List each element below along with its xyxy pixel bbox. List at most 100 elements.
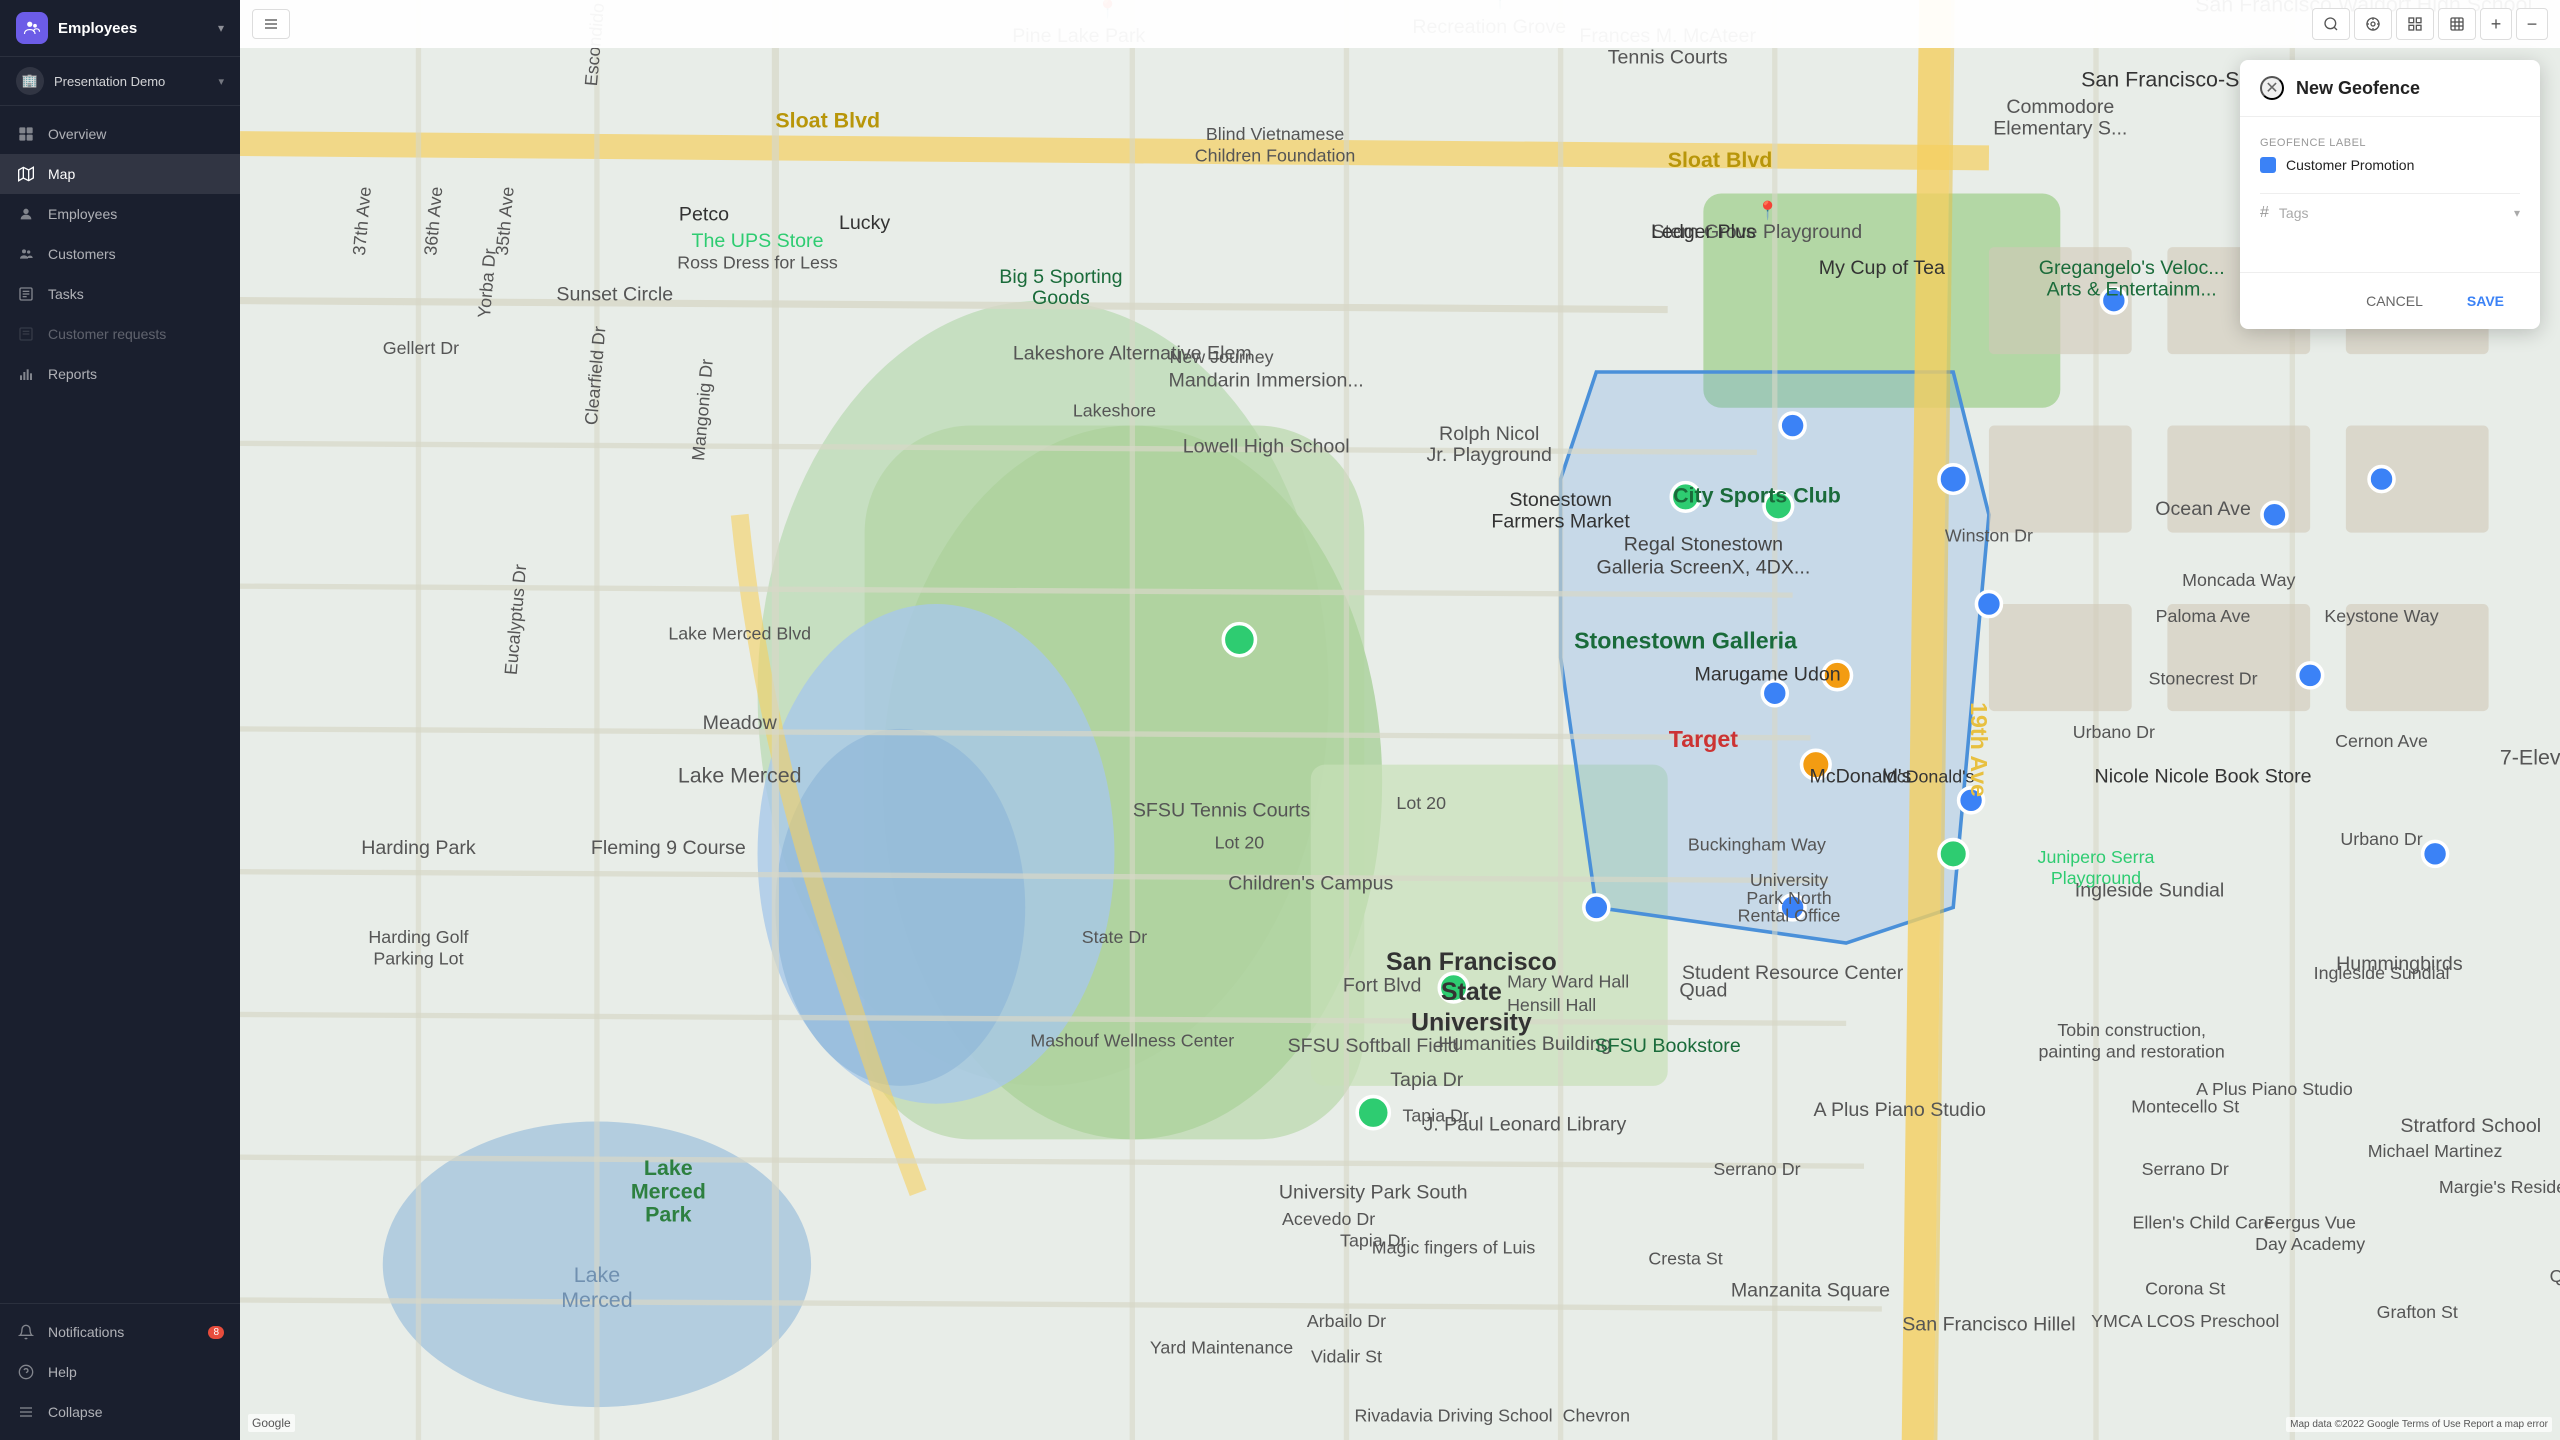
svg-text:New Journey: New Journey [1170, 347, 1274, 367]
sidebar-item-tasks[interactable]: Tasks [0, 274, 240, 314]
tasks-icon [16, 284, 36, 304]
svg-text:Lot 20: Lot 20 [1215, 832, 1265, 852]
zoom-out-button[interactable]: − [2516, 8, 2548, 40]
svg-text:Marugame Udon: Marugame Udon [1695, 664, 1841, 686]
svg-text:Children's Campus: Children's Campus [1228, 873, 1393, 895]
help-label: Help [48, 1364, 77, 1380]
sidebar-item-map-label: Map [48, 166, 75, 182]
svg-text:Jr. Playground: Jr. Playground [1426, 444, 1551, 466]
sidebar-item-overview[interactable]: Overview [0, 114, 240, 154]
sidebar-item-help[interactable]: Help [0, 1352, 240, 1392]
svg-text:McDonald's: McDonald's [1882, 766, 1975, 786]
hash-icon: # [2260, 204, 2269, 222]
app-chevron-icon: ▾ [218, 21, 224, 35]
svg-text:Margie's Residence II: Margie's Residence II [2439, 1177, 2560, 1197]
svg-text:San Francisco Hillel: San Francisco Hillel [1902, 1313, 2075, 1335]
tags-chevron-icon: ▾ [2514, 206, 2520, 220]
svg-text:Junipero Serra: Junipero Serra [2038, 847, 2155, 867]
svg-text:Meadow: Meadow [703, 712, 778, 734]
layers-button[interactable] [2396, 8, 2434, 40]
geofence-panel: ✕ New Geofence Geofence label Customer P… [2240, 60, 2540, 329]
geofence-cancel-button[interactable]: CANCEL [2350, 285, 2439, 317]
svg-text:Petco: Petco [679, 203, 729, 225]
geofence-close-button[interactable]: ✕ [2260, 76, 2284, 100]
sidebar-item-employees[interactable]: Employees [0, 194, 240, 234]
sidebar-header[interactable]: Employees ▾ [0, 0, 240, 57]
svg-text:SFSU Softball Field: SFSU Softball Field [1288, 1035, 1459, 1057]
customer-requests-icon [16, 324, 36, 344]
svg-text:Ellen's Child Care: Ellen's Child Care [2133, 1213, 2274, 1233]
sidebar-item-customer-requests: Customer requests [0, 314, 240, 354]
svg-text:📍: 📍 [1757, 200, 1779, 221]
svg-text:Stonestown: Stonestown [1509, 489, 1612, 511]
svg-text:Cresta St: Cresta St [1648, 1248, 1722, 1268]
filter-button[interactable] [252, 9, 290, 39]
location-button[interactable] [2354, 8, 2392, 40]
sidebar-item-employees-label: Employees [48, 206, 117, 222]
svg-text:Student Resource Center: Student Resource Center [1682, 962, 1904, 984]
grid-button[interactable] [2438, 8, 2476, 40]
geofence-title: New Geofence [2296, 78, 2420, 99]
svg-text:City Sports Club: City Sports Club [1673, 483, 1841, 507]
svg-text:7-Eleven: 7-Eleven [2500, 746, 2560, 770]
map-controls: + − [2312, 8, 2548, 40]
svg-text:Acevedo Dr: Acevedo Dr [1282, 1209, 1375, 1229]
svg-text:Corona St: Corona St [2145, 1279, 2225, 1299]
svg-text:Park: Park [645, 1202, 692, 1226]
sidebar-item-notifications[interactable]: Notifications 8 [0, 1312, 240, 1352]
svg-text:Day Academy: Day Academy [2255, 1234, 2365, 1254]
svg-text:Goods: Goods [1032, 287, 1090, 309]
svg-text:State: State [1441, 978, 1502, 1006]
svg-text:Montecello St: Montecello St [2131, 1097, 2239, 1117]
svg-text:Fleming 9 Course: Fleming 9 Course [591, 837, 746, 859]
main-content: + − [240, 0, 2560, 1440]
customers-icon [16, 244, 36, 264]
svg-text:Fort Blvd: Fort Blvd [1343, 974, 1422, 996]
svg-text:Galleria ScreenX, 4DX...: Galleria ScreenX, 4DX... [1596, 557, 1810, 579]
sidebar-item-customers-label: Customers [48, 246, 116, 262]
sidebar: Employees ▾ 🏢 Presentation Demo ▾ Overvi… [0, 0, 240, 1440]
svg-text:Vidalir St: Vidalir St [1311, 1346, 1382, 1366]
geofence-label-text: Geofence label [2260, 137, 2520, 149]
svg-text:SFSU Tennis Courts: SFSU Tennis Courts [1133, 799, 1311, 821]
svg-text:SFSU Bookstore: SFSU Bookstore [1595, 1035, 1741, 1057]
svg-text:The UPS Store: The UPS Store [692, 230, 824, 252]
svg-text:Chevron: Chevron [1563, 1405, 1630, 1425]
svg-text:Elementary S...: Elementary S... [1993, 118, 2127, 140]
svg-text:Mashouf Wellness Center: Mashouf Wellness Center [1030, 1031, 1234, 1051]
svg-text:Harding Golf: Harding Golf [368, 927, 468, 947]
app-icon [16, 12, 48, 44]
svg-text:QuestPcs...: QuestPcs... [2550, 1266, 2560, 1286]
svg-text:Fergus Vue: Fergus Vue [2264, 1213, 2356, 1233]
svg-text:Ledger Plus: Ledger Plus [1651, 221, 1756, 243]
svg-text:Rolph Nicol: Rolph Nicol [1439, 423, 1539, 445]
geofence-value: Customer Promotion [2286, 157, 2414, 173]
tags-input[interactable]: Tags [2279, 205, 2504, 221]
sidebar-nav: Overview Map Employees [0, 106, 240, 1303]
sidebar-item-customers[interactable]: Customers [0, 234, 240, 274]
collapse-label: Collapse [48, 1404, 102, 1420]
geofence-save-button[interactable]: SAVE [2451, 285, 2520, 317]
workspace-item[interactable]: 🏢 Presentation Demo ▾ [0, 57, 240, 106]
svg-text:Lake: Lake [644, 1156, 693, 1180]
svg-text:Tennis Courts: Tennis Courts [1608, 46, 1728, 68]
svg-text:Urbano Dr: Urbano Dr [2340, 829, 2422, 849]
svg-text:Ocean Ave: Ocean Ave [2155, 498, 2251, 520]
map-container[interactable]: San Francisco State University Stonestow… [240, 0, 2560, 1440]
svg-text:Sloat Blvd: Sloat Blvd [1668, 148, 1773, 172]
geofence-color-dot[interactable] [2260, 157, 2276, 173]
svg-text:Lake Merced: Lake Merced [678, 763, 802, 787]
svg-text:Tapia Dr: Tapia Dr [1390, 1069, 1464, 1091]
zoom-in-button[interactable]: + [2480, 8, 2512, 40]
sidebar-item-reports[interactable]: Reports [0, 354, 240, 394]
workspace-chevron-icon: ▾ [218, 75, 224, 88]
sidebar-item-map[interactable]: Map [0, 154, 240, 194]
svg-text:Lakeshore: Lakeshore [1073, 401, 1156, 421]
sidebar-bottom: Notifications 8 Help Collapse [0, 1303, 240, 1440]
app-title: Employees [58, 20, 208, 37]
sidebar-item-collapse[interactable]: Collapse [0, 1392, 240, 1432]
sidebar-item-reports-label: Reports [48, 366, 97, 382]
svg-text:My Cup of Tea: My Cup of Tea [1819, 257, 1945, 279]
search-map-button[interactable] [2312, 8, 2350, 40]
geofence-tags-row[interactable]: # Tags ▾ [2260, 193, 2520, 232]
